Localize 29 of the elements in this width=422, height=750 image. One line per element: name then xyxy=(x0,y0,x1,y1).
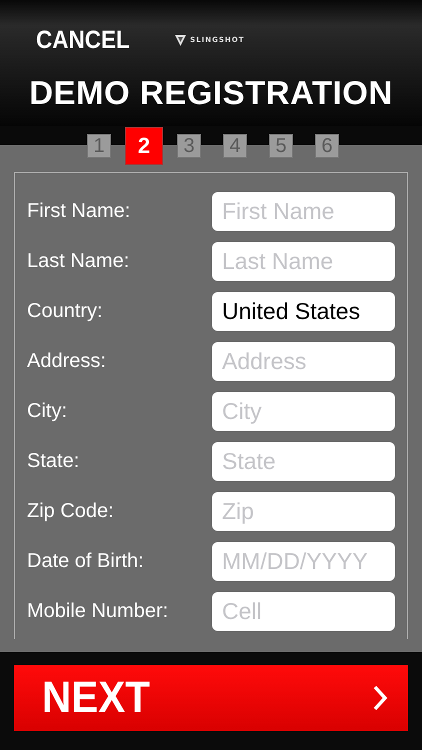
field-label: Date of Birth: xyxy=(27,550,144,573)
field-label: City: xyxy=(27,400,67,423)
field-label: State: xyxy=(27,450,80,473)
field-label: First Name: xyxy=(27,200,130,223)
input-field[interactable]: Cell xyxy=(212,592,395,631)
field-label: Country: xyxy=(27,300,103,323)
next-button[interactable]: NEXT xyxy=(14,665,408,731)
field-label: Address: xyxy=(27,350,106,373)
step-tab[interactable]: 1 xyxy=(87,134,111,158)
step-tab[interactable]: 5 xyxy=(269,134,293,158)
input-field[interactable]: First Name xyxy=(212,192,395,231)
field-label: Last Name: xyxy=(27,250,130,273)
input-field[interactable]: United States xyxy=(212,292,395,331)
field-label: Mobile Number: xyxy=(27,600,168,623)
input-field[interactable]: State xyxy=(212,442,395,481)
step-tab[interactable]: 3 xyxy=(177,134,201,158)
input-field[interactable]: MM/DD/YYYY xyxy=(212,542,395,581)
shield-icon xyxy=(174,34,188,46)
input-field[interactable]: Address xyxy=(212,342,395,381)
cancel-button[interactable]: CANCEL xyxy=(36,26,130,54)
step-tab[interactable]: 2 xyxy=(125,127,163,165)
input-field[interactable]: City xyxy=(212,392,395,431)
step-tab[interactable]: 4 xyxy=(223,134,247,158)
chevron-right-icon xyxy=(372,684,388,712)
field-label: Zip Code: xyxy=(27,500,114,523)
step-tab[interactable]: 6 xyxy=(315,134,339,158)
input-field[interactable]: Zip xyxy=(212,492,395,531)
page-title: DEMO REGISTRATION xyxy=(28,74,394,112)
input-field[interactable]: Last Name xyxy=(212,242,395,281)
